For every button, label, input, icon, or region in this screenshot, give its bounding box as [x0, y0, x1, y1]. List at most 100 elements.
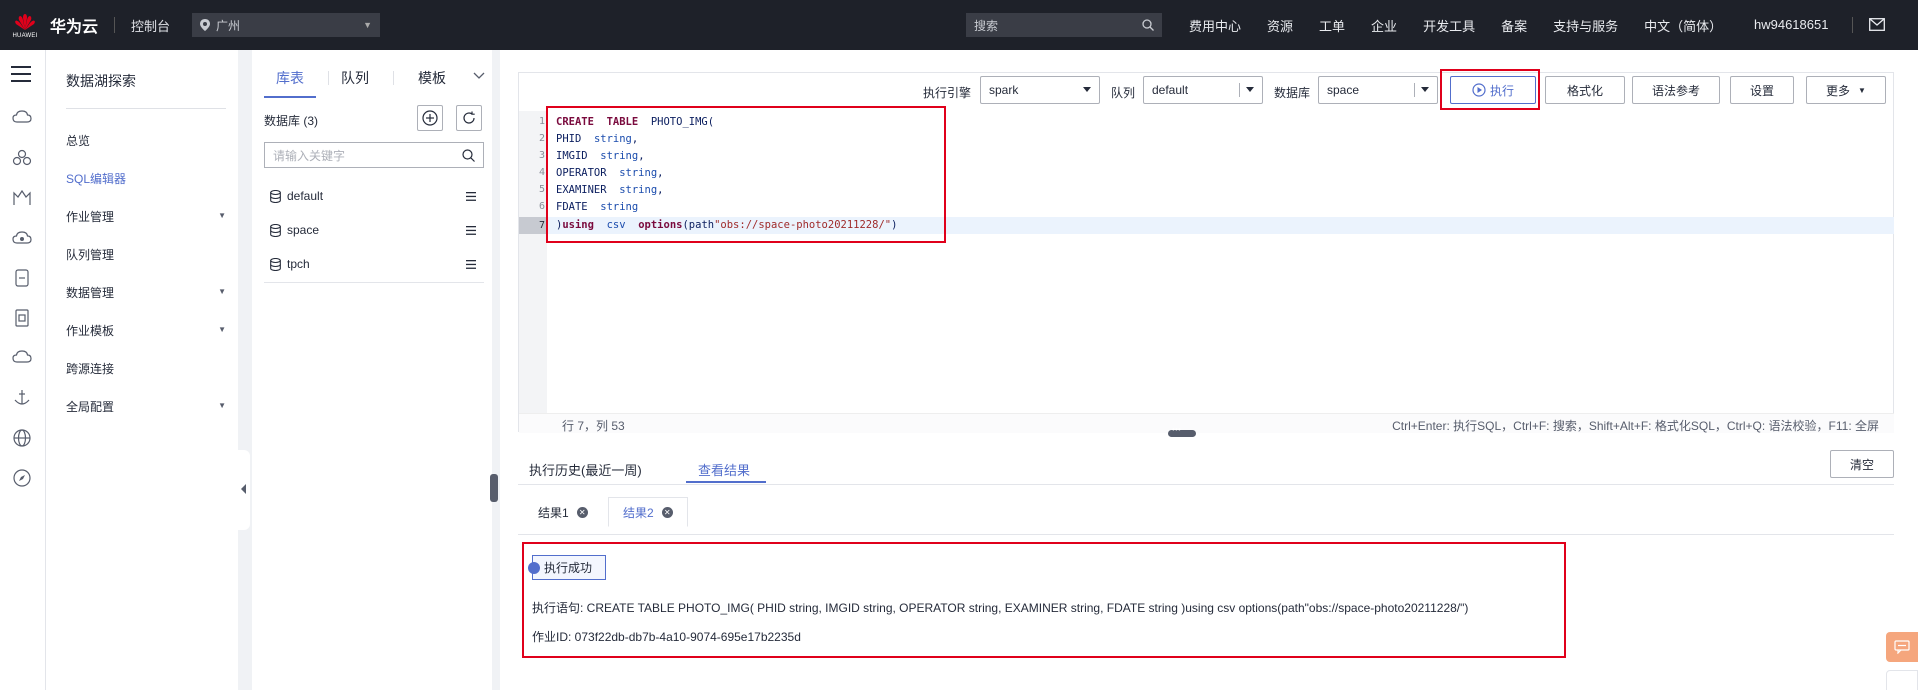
- engine-select[interactable]: spark: [980, 76, 1100, 104]
- clear-button[interactable]: 清空: [1830, 450, 1894, 478]
- more-label: 更多: [1826, 83, 1851, 98]
- list-menu-icon[interactable]: [466, 191, 476, 201]
- help-button[interactable]: [1886, 670, 1918, 690]
- queue-select[interactable]: default: [1143, 76, 1263, 104]
- cloud-server-icon[interactable]: [12, 108, 32, 128]
- menu-enterprise[interactable]: 企业: [1371, 16, 1397, 35]
- tab-view-results[interactable]: 查看结果: [698, 460, 750, 479]
- database-name: space: [287, 223, 320, 237]
- sidebar-collapse-handle[interactable]: [238, 450, 250, 530]
- menu-icp[interactable]: 备案: [1501, 16, 1527, 35]
- sidebar-item-datasource-connections[interactable]: 跨源连接: [66, 360, 226, 377]
- global-search-input[interactable]: 搜索: [966, 13, 1162, 37]
- sidebar-item-overview[interactable]: 总览: [66, 132, 226, 149]
- sidebar-item-label: 跨源连接: [66, 362, 115, 376]
- queue-value: default: [1152, 83, 1189, 97]
- menu-resources[interactable]: 资源: [1267, 16, 1293, 35]
- list-item[interactable]: default: [264, 179, 484, 213]
- editor-status-bar: 行 7，列 53 Ctrl+Enter: 执行SQL，Ctrl+F: 搜索，Sh…: [519, 413, 1894, 433]
- caret-down-icon: ▼: [218, 325, 226, 334]
- line-number: 7: [519, 217, 547, 234]
- service-title: 数据湖探索: [66, 73, 136, 89]
- tab-queues[interactable]: 队列: [341, 68, 369, 98]
- cluster-icon[interactable]: [12, 148, 32, 168]
- mail-icon[interactable]: [1869, 18, 1885, 31]
- database-search-input[interactable]: 请输入关键字: [264, 142, 484, 168]
- region-selector[interactable]: 广州 ▼: [192, 13, 381, 37]
- close-icon[interactable]: ✕: [661, 506, 673, 518]
- database-select[interactable]: space: [1318, 76, 1438, 104]
- tab-tables[interactable]: 库表: [264, 68, 316, 98]
- menu-tickets[interactable]: 工单: [1319, 16, 1345, 35]
- list-menu-icon[interactable]: [466, 225, 476, 235]
- more-button[interactable]: 更多 ▼: [1806, 76, 1886, 104]
- settings-button[interactable]: 设置: [1730, 76, 1794, 104]
- tab-result-2[interactable]: 结果2 ✕: [608, 497, 688, 527]
- menu-language[interactable]: 中文（简体）: [1644, 16, 1722, 35]
- anchor-icon[interactable]: [12, 388, 32, 408]
- cursor-position: 行 7，列 53: [562, 419, 625, 433]
- sidebar-item-label: SQL编辑器: [66, 172, 127, 186]
- panel-resize-handle[interactable]: [490, 474, 498, 502]
- active-tab-indicator: [686, 481, 766, 483]
- line-number: 6: [538, 201, 545, 212]
- line-number: 5: [538, 184, 545, 195]
- brand-name[interactable]: 华为云: [50, 13, 98, 37]
- search-placeholder: 请输入关键字: [273, 148, 346, 163]
- panel-tabs: 库表 队列 模板: [264, 68, 446, 98]
- list-item[interactable]: tpch: [264, 247, 484, 281]
- sidebar-item-global-config[interactable]: 全局配置 ▼: [66, 398, 226, 415]
- divider: [114, 17, 116, 33]
- console-link[interactable]: 控制台: [131, 16, 170, 35]
- storage-icon[interactable]: [12, 308, 32, 328]
- database-name: default: [287, 189, 324, 203]
- add-database-button[interactable]: [417, 105, 443, 131]
- database-icon[interactable]: [12, 268, 32, 288]
- sidebar-item-label: 队列管理: [66, 248, 115, 262]
- sidebar-item-data-management[interactable]: 数据管理 ▼: [66, 284, 226, 301]
- feedback-button[interactable]: [1886, 632, 1918, 662]
- menu-billing[interactable]: 费用中心: [1189, 16, 1241, 35]
- editor-resize-handle[interactable]: [1168, 425, 1196, 437]
- huawei-logo[interactable]: HUAWEI: [8, 5, 42, 45]
- cloud-network-icon[interactable]: [12, 348, 32, 368]
- globe-icon[interactable]: [12, 428, 32, 448]
- list-menu-icon[interactable]: [466, 259, 476, 269]
- caret-down-icon: [1083, 87, 1091, 92]
- cloud-icon[interactable]: [12, 228, 32, 248]
- highlight-box-sql: [546, 106, 946, 243]
- menu-dev-tools[interactable]: 开发工具: [1423, 16, 1475, 35]
- compass-icon[interactable]: [12, 468, 32, 488]
- chevron-down-icon[interactable]: [473, 72, 485, 80]
- divider: [393, 71, 394, 85]
- caret-down-icon: ▼: [218, 287, 226, 296]
- menu-support[interactable]: 支持与服务: [1553, 16, 1618, 35]
- analytics-icon[interactable]: [12, 188, 32, 208]
- sidebar-item-job-templates[interactable]: 作业模板 ▼: [66, 322, 226, 339]
- divider: [1852, 17, 1853, 33]
- search-icon: [462, 148, 475, 162]
- format-button[interactable]: 格式化: [1545, 76, 1625, 104]
- sidebar-item-sql-editor[interactable]: SQL编辑器: [66, 170, 226, 187]
- database-value: space: [1327, 83, 1360, 97]
- sidebar-item-queue-management[interactable]: 队列管理: [66, 246, 226, 263]
- close-icon[interactable]: ✕: [576, 506, 588, 518]
- sidebar-item-label: 数据管理: [66, 286, 115, 300]
- list-item[interactable]: space: [264, 213, 484, 247]
- syntax-reference-button[interactable]: 语法参考: [1632, 76, 1720, 104]
- hamburger-menu-icon[interactable]: [11, 66, 31, 82]
- caret-down-icon: [1246, 87, 1254, 92]
- tab-result-1[interactable]: 结果1 ✕: [524, 497, 602, 527]
- settings-label: 设置: [1749, 83, 1774, 98]
- refresh-button[interactable]: [456, 105, 482, 131]
- database-icon: [270, 223, 281, 237]
- line-number: 4: [538, 167, 545, 178]
- caret-down-icon: ▼: [1858, 85, 1866, 95]
- database-icon: [270, 257, 281, 271]
- user-account[interactable]: hw94618651: [1754, 17, 1828, 32]
- tab-label: 结果2: [623, 505, 654, 520]
- tab-execution-history[interactable]: 执行历史(最近一周): [529, 460, 642, 479]
- tab-templates[interactable]: 模板: [418, 68, 446, 98]
- sidebar-item-job-management[interactable]: 作业管理 ▼: [66, 208, 226, 225]
- tab-label: 结果1: [538, 505, 569, 520]
